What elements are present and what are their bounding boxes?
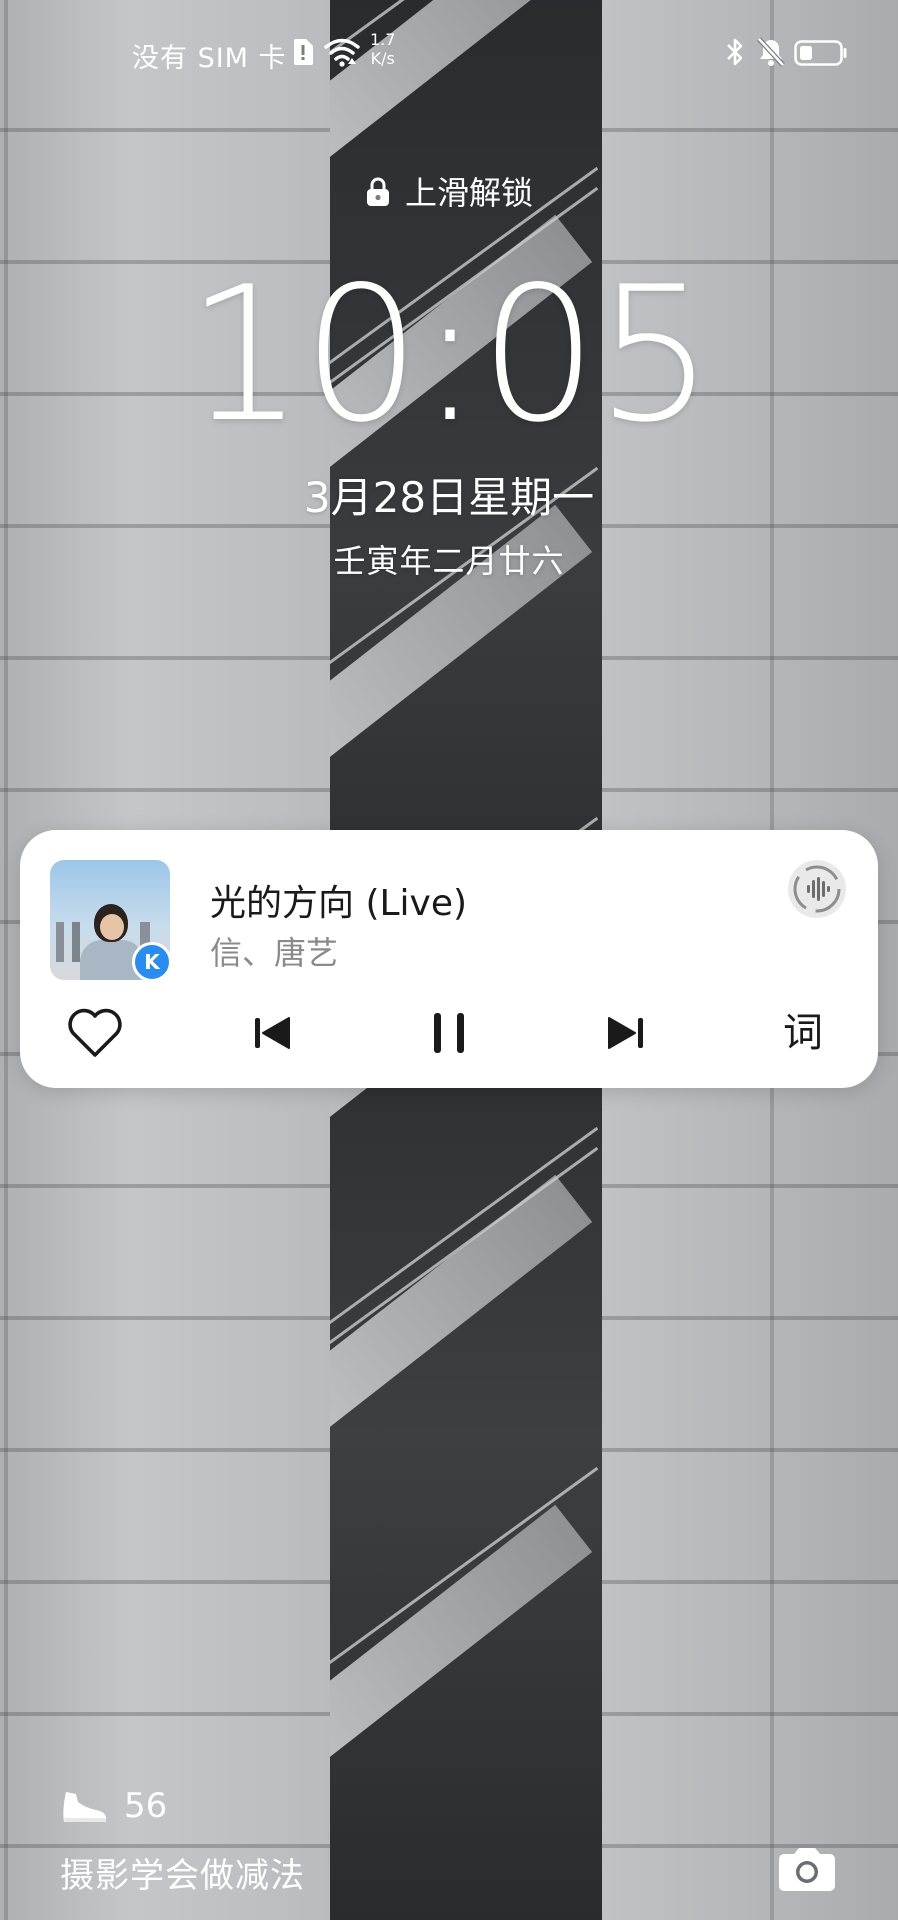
clock-time: 10:05 [185,246,714,463]
skip-previous-icon [255,1017,290,1049]
network-speed-value: 1.7 [370,30,396,49]
date-label: 3月28日星期一 [303,473,595,522]
lunar-date-label: 壬寅年二月廿六 [333,542,565,580]
album-art[interactable]: K [50,860,170,980]
sound-wave-icon [793,865,841,913]
camera-icon [779,1848,835,1891]
pause-icon [434,1013,464,1053]
music-app-badge-icon: K [132,942,170,980]
camera-button[interactable] [778,1846,836,1892]
unlock-hint[interactable]: 上滑解锁 [0,168,898,214]
step-count: 56 [124,1786,168,1826]
playback-controls: 词 [20,1000,878,1066]
media-player-card[interactable]: K 光的方向 (Live) 信、唐艺 词 [20,830,878,1088]
network-speed-unit: K/s [370,49,395,68]
status-bar: 没有 SIM 卡 1.7 K/s [0,24,898,80]
audio-effect-button[interactable] [788,860,846,918]
wifi-icon [324,38,360,67]
heart-icon [68,1008,122,1057]
previous-track-button[interactable] [240,1000,306,1066]
lock-screen: 没有 SIM 卡 1.7 K/s 上滑解锁 10:05 3月28日星期一 壬寅年… [0,0,898,1920]
like-button[interactable] [62,1000,128,1066]
unlock-hint-label: 上滑解锁 [404,174,533,212]
song-title: 光的方向 (Live) [210,883,468,924]
skip-next-icon [608,1017,643,1049]
shoe-icon [63,1792,106,1822]
next-track-button[interactable] [592,1000,658,1066]
notifications-muted-icon [757,37,785,67]
lyrics-button[interactable]: 词 [770,1000,836,1066]
bluetooth-icon [727,38,743,66]
battery-icon [794,40,847,66]
sim-alert-icon [294,39,313,65]
lock-icon [366,177,389,206]
song-artist: 信、唐艺 [210,934,339,972]
pause-button[interactable] [416,1000,482,1066]
wallpaper-caption[interactable]: 摄影学会做减法 [60,1848,305,1897]
carrier-label: 没有 SIM 卡 [132,43,287,74]
network-speed: 1.7 K/s [370,30,395,68]
